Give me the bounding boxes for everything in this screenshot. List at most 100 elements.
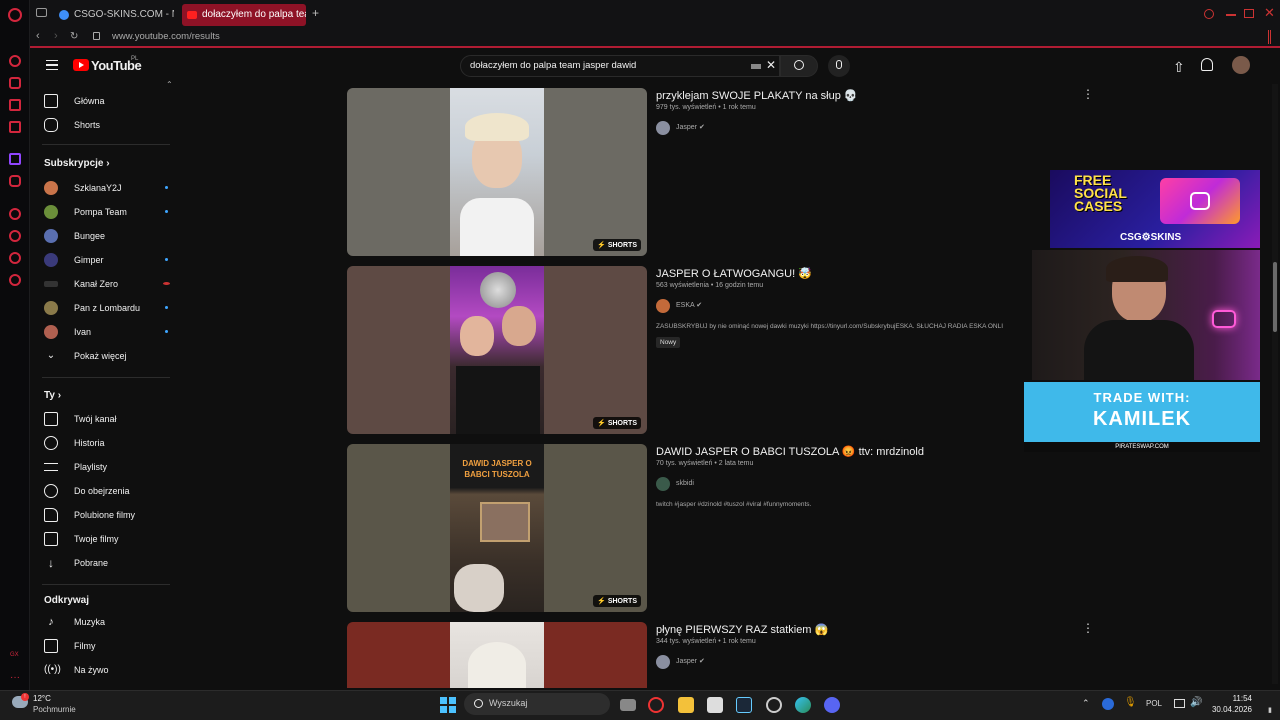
search-box[interactable]: dołaczyłem do palpa team jasper dawid ✕	[460, 55, 780, 77]
history-rail-icon[interactable]	[9, 230, 21, 242]
sidebar-item-home[interactable]: Główna	[44, 91, 164, 111]
sidebar-item-live[interactable]: ((•)) Na żywo	[44, 660, 164, 680]
close-window-icon[interactable]: ✕	[1264, 5, 1275, 21]
video-title[interactable]: DAWID JASPER O BABCI TUSZOLA 😡 ttv: mrdz…	[656, 445, 924, 458]
instagram-icon[interactable]	[9, 175, 21, 187]
video-thumbnail[interactable]: ⚡ SHORTS	[347, 88, 647, 256]
opera-logo-icon[interactable]	[8, 8, 22, 22]
channel-link[interactable]: ESKA ✔	[656, 299, 702, 313]
voice-search-button[interactable]	[828, 55, 850, 77]
language-indicator[interactable]: POL	[1146, 699, 1162, 708]
video-title[interactable]: JASPER O ŁATWOGANGU! 🤯	[656, 267, 812, 280]
volume-icon[interactable]: 🔊	[1190, 697, 1202, 708]
video-title[interactable]: płynę PIERWSZY RAZ statkiem 😱	[656, 623, 828, 636]
sidebar-toggle-icon[interactable]	[1268, 30, 1271, 44]
reload-icon[interactable]: ↻	[70, 31, 78, 42]
sidebar-item-watch-later[interactable]: Do obejrzenia	[44, 481, 164, 501]
tray-expand-icon[interactable]: ⌃	[1082, 698, 1090, 709]
sidebar-item-your-videos[interactable]: Twoje filmy	[44, 529, 164, 549]
workspace-icon[interactable]	[36, 8, 47, 17]
clock-date[interactable]: 30.04.2026	[1206, 705, 1252, 714]
scrollbar-thumb[interactable]	[1273, 262, 1277, 332]
sidebar-item-subscription[interactable]: Pompa Team	[44, 202, 168, 222]
windows-start-icon[interactable]	[440, 697, 456, 713]
mic-tray-icon[interactable]: 🎙	[1124, 697, 1137, 708]
video-thumbnail[interactable]: DAWID JASPER O BABCI TUSZOLA ⚡ SHORTS	[347, 444, 647, 612]
sidebar-item-subscription[interactable]: Bungee	[44, 226, 164, 246]
page-scrollbar[interactable]	[1272, 84, 1278, 684]
messenger-icon[interactable]	[9, 99, 21, 111]
forward-icon[interactable]: ›	[54, 30, 58, 42]
sidebar-item-playlists[interactable]: Playlisty	[44, 457, 164, 477]
clear-search-icon[interactable]: ✕	[766, 58, 776, 72]
tab-label: dołaczyłem do palpa team	[202, 9, 306, 20]
tray-app-icon[interactable]	[1102, 698, 1114, 710]
taskbar-search[interactable]: Wyszukaj	[464, 693, 610, 715]
sidebar-item-subscription[interactable]: Ivan	[44, 322, 168, 342]
sidebar-item-subscription[interactable]: Kanał Zero	[44, 274, 170, 294]
opera-gx-taskbar-icon[interactable]	[648, 697, 664, 713]
channel-link[interactable]: Jasper ✔	[656, 655, 705, 669]
sidebar-item-subscription[interactable]: Pan z Lombardu	[44, 298, 168, 318]
player-icon[interactable]	[9, 208, 21, 220]
sidebar-item-your-channel[interactable]: Twój kanał	[44, 409, 164, 429]
you-heading[interactable]: Ty ›	[44, 390, 61, 401]
crypto-wallet-icon[interactable]	[9, 77, 21, 89]
search-tabs-icon[interactable]	[1204, 9, 1214, 19]
account-avatar[interactable]	[1232, 56, 1250, 74]
search-button[interactable]	[780, 55, 818, 77]
video-title[interactable]: przyklejam SWOJE PLAKATY na słup 💀	[656, 89, 858, 102]
sidebar-item-subscription[interactable]: Gimper	[44, 250, 168, 270]
more-icon[interactable]: ···	[10, 672, 20, 683]
upload-icon[interactable]: ⇧	[1173, 59, 1185, 76]
menu-icon[interactable]	[46, 60, 58, 70]
more-actions-icon[interactable]: ⋮	[1082, 621, 1094, 635]
sidebar-item-show-more[interactable]: ⌄ Pokaż więcej	[44, 346, 164, 366]
network-icon[interactable]	[1174, 699, 1185, 708]
notifications-icon[interactable]	[1201, 58, 1213, 71]
search-input[interactable]: dołaczyłem do palpa team jasper dawid	[470, 60, 636, 71]
channel-link[interactable]: Jasper ✔	[656, 121, 705, 135]
file-explorer-icon[interactable]	[678, 697, 694, 713]
twitch-icon[interactable]	[9, 153, 21, 165]
steam-icon[interactable]	[736, 697, 752, 713]
edge-icon[interactable]	[795, 697, 811, 713]
settings-taskbar-icon[interactable]	[766, 697, 782, 713]
settings-icon[interactable]	[9, 274, 21, 286]
sidebar-item-shorts[interactable]: Shorts	[44, 115, 164, 135]
channel-avatar	[44, 325, 58, 339]
youtube-logo-icon[interactable]	[73, 59, 89, 71]
sidebar-item-history[interactable]: Historia	[44, 433, 164, 453]
subscriptions-heading[interactable]: Subskrypcje ›	[44, 158, 110, 169]
aria-icon[interactable]	[9, 55, 21, 67]
url-field[interactable]: www.youtube.com/results	[112, 31, 220, 42]
back-icon[interactable]: ‹	[36, 30, 40, 42]
more-actions-icon[interactable]: ⋮	[1082, 87, 1094, 101]
store-icon[interactable]	[707, 697, 723, 713]
video-thumbnail[interactable]	[347, 622, 647, 688]
free-cases-banner: FREE SOCIAL CASES CSG⚙SKINS	[1050, 170, 1260, 248]
weather-icon[interactable]: !	[21, 693, 29, 701]
sidebar-item-films[interactable]: Filmy	[44, 636, 164, 656]
video-thumbnail[interactable]: ⚡ SHORTS	[347, 266, 647, 434]
extensions-icon[interactable]	[9, 252, 21, 264]
channel-link[interactable]: skbidi	[656, 477, 694, 491]
keyboard-icon[interactable]	[751, 64, 761, 69]
news-icon[interactable]	[9, 121, 21, 133]
maximize-icon[interactable]	[1244, 9, 1254, 18]
divider	[42, 144, 170, 145]
task-view-icon[interactable]	[620, 699, 636, 711]
sidebar-item-music[interactable]: ♪ Muzyka	[44, 612, 164, 632]
taskbar-search-input[interactable]: Wyszukaj	[489, 698, 527, 708]
tab-youtube-active[interactable]: dołaczyłem do palpa team	[182, 4, 306, 26]
new-tab-icon[interactable]: +	[312, 6, 319, 20]
clock-time[interactable]: 11:54	[1206, 694, 1252, 703]
tab-csgo-skins[interactable]: CSGO-SKINS.COM - Najs	[54, 4, 174, 26]
minimize-icon[interactable]	[1226, 14, 1236, 16]
sidebar-item-liked[interactable]: Polubione filmy	[44, 505, 164, 525]
sidebar-scroll-up-icon[interactable]: ⌃	[166, 80, 173, 89]
sidebar-item-downloads[interactable]: ↓ Pobrane	[44, 553, 164, 573]
notification-icon[interactable]: ▮	[1268, 706, 1272, 714]
discord-icon[interactable]	[824, 697, 840, 713]
sidebar-item-subscription[interactable]: SzklanaY2J	[44, 178, 168, 198]
